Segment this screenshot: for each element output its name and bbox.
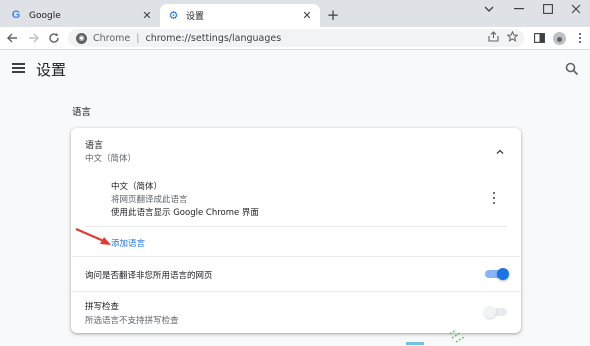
tab-title: 设置: [186, 12, 205, 22]
close-icon[interactable]: ✕: [300, 9, 314, 23]
languages-value: 中文（简体）: [85, 154, 137, 164]
maximize-button[interactable]: [533, 0, 563, 18]
divider: [85, 226, 507, 227]
new-tab-button[interactable]: +: [324, 6, 342, 24]
share-icon[interactable]: [488, 31, 499, 45]
languages-label: 语言: [85, 141, 104, 151]
separator: |: [136, 32, 140, 44]
chrome-menu-button[interactable]: [572, 30, 588, 46]
chevron-up-icon[interactable]: [495, 142, 505, 154]
url-text: chrome://settings/languages: [145, 32, 282, 44]
watermark-logo-icon: [406, 329, 465, 345]
window-close-button[interactable]: [561, 0, 590, 18]
tab-title: Google: [29, 10, 61, 21]
tab-google[interactable]: G Google ✕: [4, 4, 160, 27]
language-list-item: 中文（简体） 将网页翻译成此语言 使用此语言显示 Google Chrome 界…: [71, 176, 521, 220]
divider: [71, 291, 521, 292]
more-actions-icon[interactable]: [489, 192, 499, 204]
spell-check-toggle[interactable]: [484, 306, 507, 318]
language-ui-note: 使用此语言显示 Google Chrome 界面: [111, 208, 259, 218]
search-icon[interactable]: [565, 61, 579, 76]
back-button[interactable]: [4, 30, 20, 46]
languages-expander[interactable]: 语言 中文（简体）: [71, 128, 521, 166]
bookmark-star-icon[interactable]: [506, 30, 519, 45]
scheme-label: Chrome: [93, 32, 131, 44]
address-bar[interactable]: ◉ Chrome | chrome://settings/languages: [68, 29, 524, 47]
profile-avatar[interactable]: [551, 30, 567, 46]
language-translate-note: 将网页翻译成此语言: [111, 195, 188, 205]
forward-button[interactable]: [26, 30, 42, 46]
close-icon[interactable]: ✕: [140, 9, 154, 23]
section-title: 语言: [72, 107, 92, 118]
spell-check-label: 拼写检查: [85, 302, 120, 312]
minimize-button[interactable]: [504, 0, 534, 18]
annotation-arrow-icon: [75, 227, 111, 245]
tab-settings[interactable]: ⚙ 设置 ✕: [160, 4, 320, 27]
offer-translate-toggle[interactable]: [485, 268, 509, 280]
add-language-link[interactable]: 添加语言: [111, 237, 145, 249]
tab-strip: G Google ✕ ⚙ 设置 ✕ +: [0, 0, 590, 27]
menu-icon[interactable]: [12, 63, 25, 73]
chrome-icon: ◉: [76, 32, 87, 44]
settings-header: 设置: [0, 50, 590, 88]
toolbar: ◉ Chrome | chrome://settings/languages: [0, 27, 590, 49]
offer-translate-label: 询问是否翻译非您所用语言的网页: [85, 271, 213, 281]
languages-card: 语言 中文（简体） 中文（简体） 将网页翻译成此语言 使用此语言显示 Googl…: [71, 128, 521, 333]
omnibox-actions: [488, 29, 519, 47]
tab-search-icon[interactable]: [474, 0, 504, 18]
avatar: [552, 31, 566, 45]
divider: [71, 256, 521, 257]
language-name: 中文（简体）: [111, 182, 163, 192]
spell-check-sub: 所选语言不支持拼写检查: [85, 316, 179, 326]
page-title: 设置: [36, 61, 67, 79]
reload-button[interactable]: [46, 30, 62, 46]
gear-icon: ⚙: [168, 9, 179, 22]
side-panel-icon[interactable]: [531, 30, 547, 46]
google-g-icon: G: [11, 9, 21, 21]
